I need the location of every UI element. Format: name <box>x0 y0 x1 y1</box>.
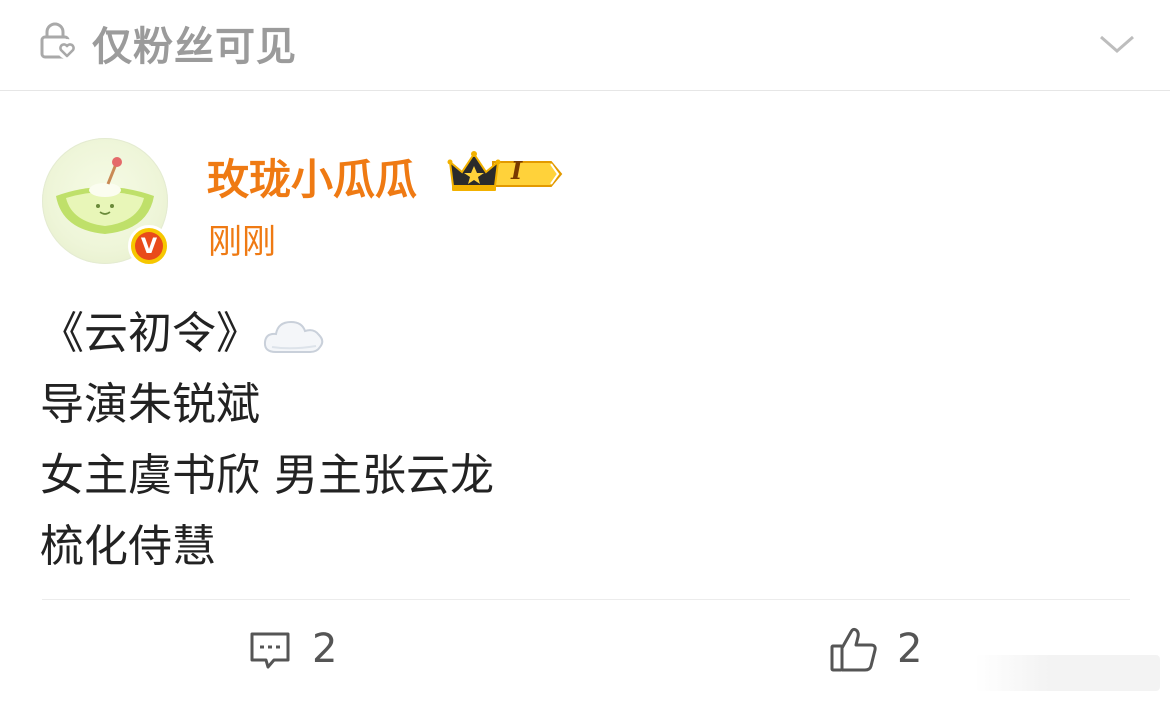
content-line: 《云初令》 <box>40 298 1120 369</box>
post-time: 刚刚 <box>208 222 276 262</box>
content-line: 梳化侍慧 <box>40 521 216 572</box>
divider <box>42 599 1130 600</box>
crown-vip-icon[interactable] <box>447 150 565 194</box>
content-line: 导演朱锐斌 <box>40 379 260 430</box>
blurred-area <box>975 655 1160 691</box>
comment-count: 2 <box>312 626 338 672</box>
vip-level: I <box>511 156 523 185</box>
content-line: 女主虞书欣 男主张云龙 <box>40 450 494 501</box>
verified-mark: V <box>135 232 163 260</box>
like-count: 2 <box>897 626 923 672</box>
verified-v-icon: V <box>128 225 170 267</box>
chevron-down-icon[interactable] <box>1098 30 1136 58</box>
lock-heart-icon <box>40 22 77 59</box>
thumbs-up-icon <box>830 627 877 672</box>
visibility-label: 仅粉丝可见 <box>92 24 297 70</box>
post-content: 《云初令》 导演朱锐斌 女主虞书欣 男主张云龙 梳化侍慧 <box>40 298 1120 582</box>
cloud-emoji <box>263 320 324 353</box>
comment-button[interactable]: 2 <box>248 622 358 682</box>
visibility-bar[interactable]: 仅粉丝可见 <box>0 0 1170 91</box>
content-title: 《云初令》 <box>40 308 260 359</box>
like-button[interactable]: 2 <box>829 622 939 682</box>
comment-icon <box>250 632 290 669</box>
author-name[interactable]: 玫珑小瓜瓜 <box>207 146 417 207</box>
